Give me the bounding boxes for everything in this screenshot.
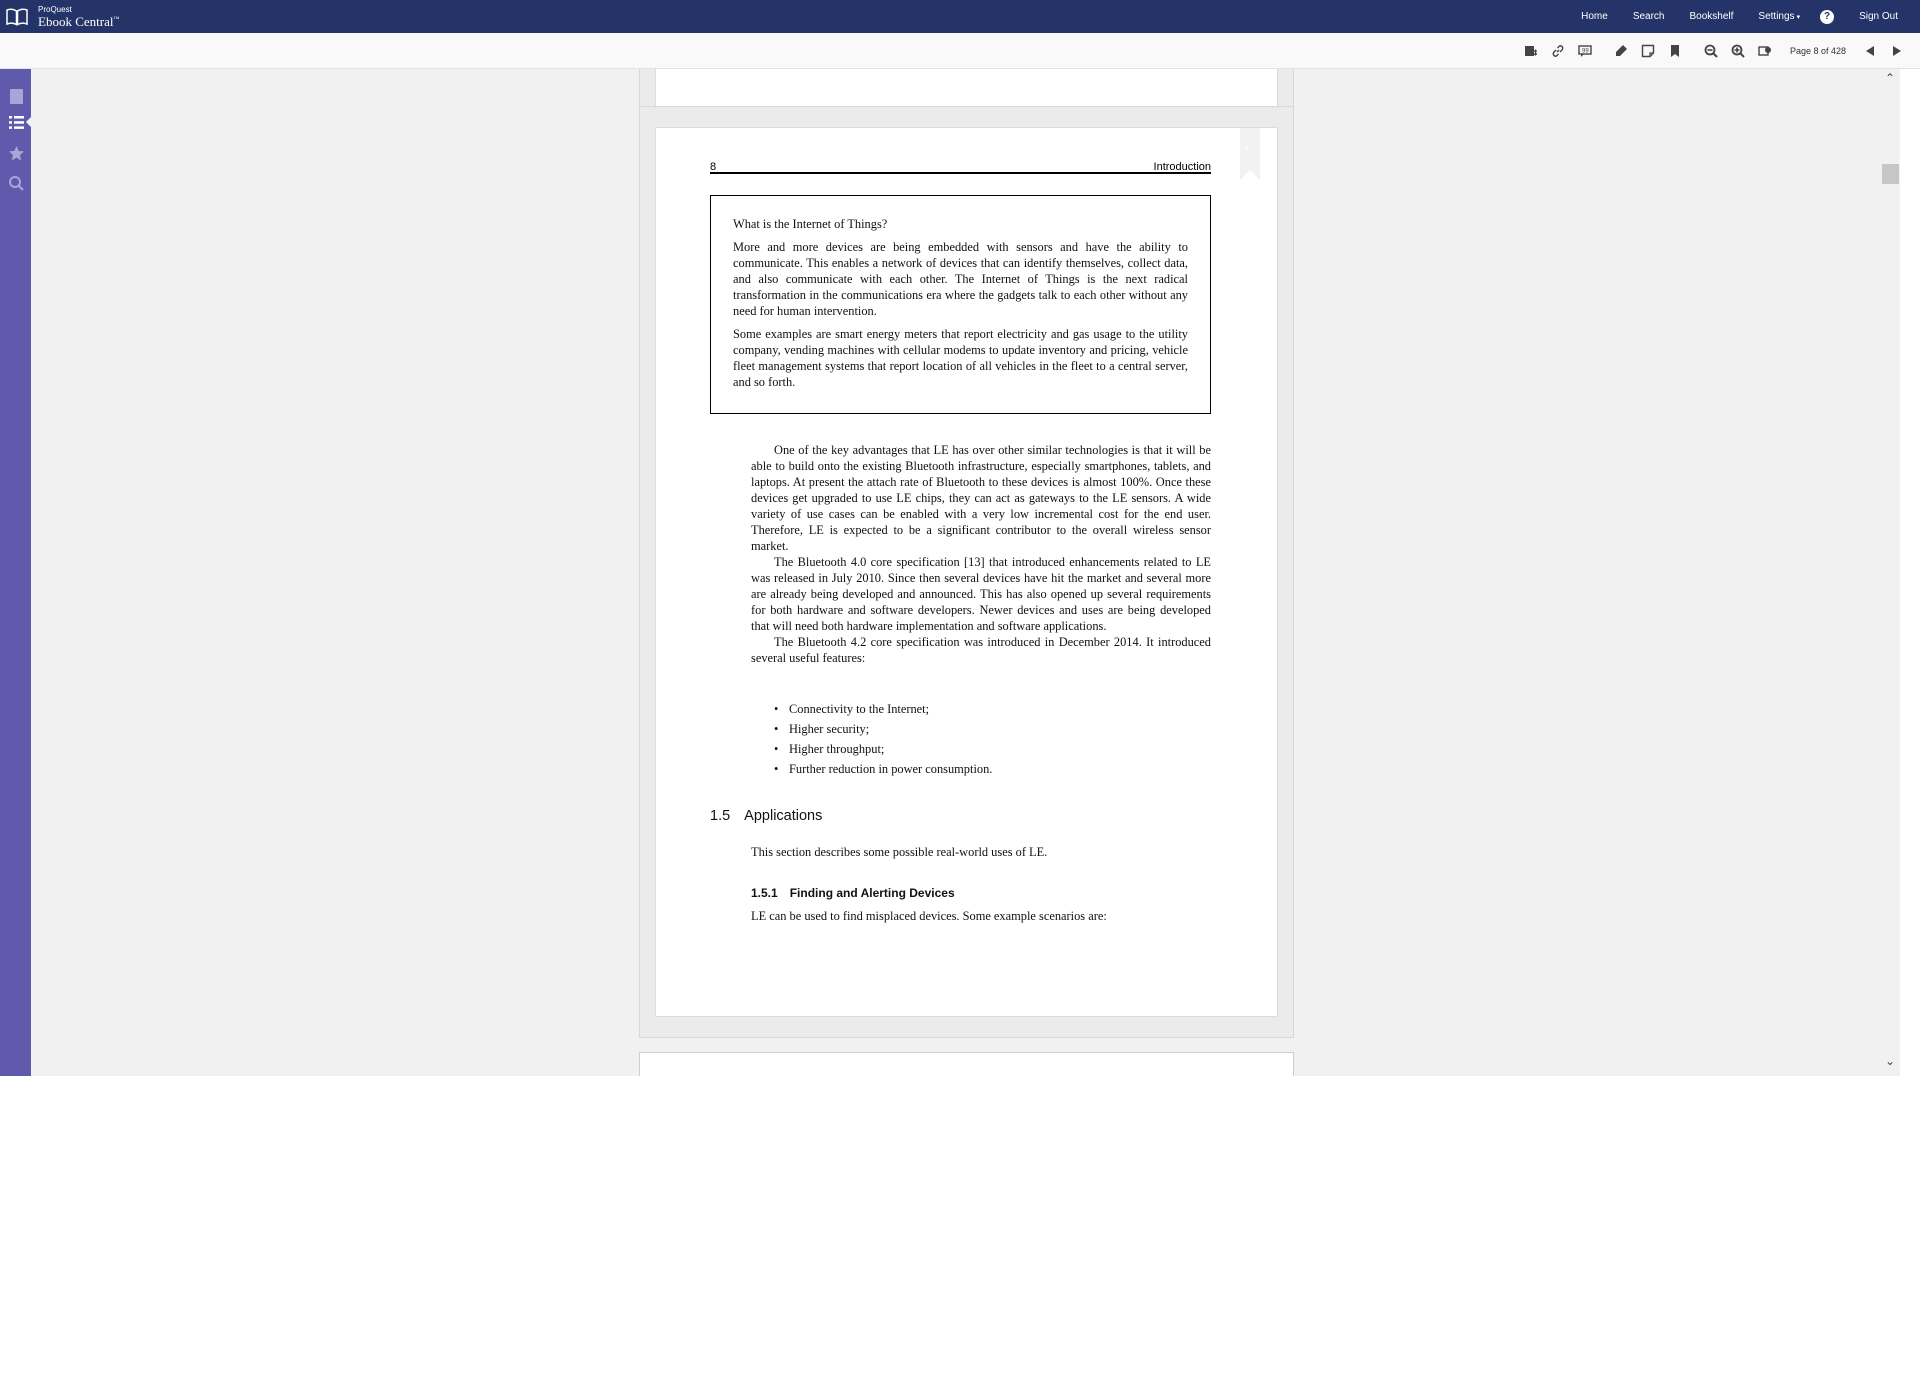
- scroll-down-icon[interactable]: ⌄: [1885, 1054, 1895, 1068]
- zoom-out-icon[interactable]: [1704, 44, 1718, 58]
- paragraph: One of the key advantages that LE has ov…: [751, 443, 1211, 553]
- box-title: What is the Internet of Things?: [733, 217, 888, 231]
- page-bookmark-ribbon[interactable]: +: [1240, 128, 1260, 180]
- section-title: Applications: [744, 808, 823, 824]
- zoom-in-icon[interactable]: [1731, 44, 1745, 58]
- section-intro: This section describes some possible rea…: [751, 845, 1048, 859]
- left-sidebar: [0, 69, 31, 1076]
- top-nav: Home Search Bookshelf Settings ▾ ? Sign O…: [1556, 0, 1898, 33]
- copy-link-icon[interactable]: [1551, 44, 1565, 58]
- feature-list: Connectivity to the Internet; Higher sec…: [774, 699, 992, 779]
- svg-text:99: 99: [1582, 49, 1589, 55]
- bookmark-icon[interactable]: [1668, 44, 1682, 58]
- subsection-title: Finding and Alerting Devices: [789, 886, 955, 900]
- box-paragraph: More and more devices are being embedded…: [733, 240, 1188, 318]
- caret-down-icon: ▾: [1796, 14, 1801, 21]
- previous-page-icon[interactable]: [1863, 44, 1877, 58]
- sidebar-box: What is the Internet of Things? More and…: [710, 195, 1211, 414]
- nav-home[interactable]: Home: [1581, 11, 1608, 22]
- list-item: Connectivity to the Internet;: [774, 699, 992, 719]
- top-bar: ProQuest Ebook Central™ Home Search Book…: [0, 0, 1920, 33]
- nav-settings[interactable]: Settings ▾: [1758, 11, 1800, 22]
- download-pages-icon[interactable]: [1524, 44, 1538, 58]
- nav-search[interactable]: Search: [1633, 11, 1665, 22]
- page-indicator[interactable]: Page 8 of 428: [1790, 46, 1846, 56]
- brand-tm: ™: [113, 16, 120, 23]
- next-page: [639, 1052, 1294, 1076]
- chapter-title: Introduction: [1153, 161, 1211, 173]
- nav-sign-out[interactable]: Sign Out: [1859, 11, 1898, 22]
- open-book-icon: [6, 8, 28, 26]
- reader-viewport[interactable]: + 8 Introduction What is the Internet of…: [31, 69, 1900, 1076]
- table-of-contents-icon[interactable]: [6, 112, 26, 132]
- next-page-icon[interactable]: [1890, 44, 1904, 58]
- scrollbar-thumb[interactable]: [1882, 164, 1899, 184]
- current-page-frame: + 8 Introduction What is the Internet of…: [639, 106, 1294, 1038]
- book-page: + 8 Introduction What is the Internet of…: [655, 127, 1278, 1017]
- search-icon[interactable]: [6, 173, 26, 193]
- nav-settings-label: Settings: [1758, 11, 1795, 22]
- list-item: Higher security;: [774, 719, 992, 739]
- scroll-up-icon[interactable]: ⌃: [1885, 71, 1895, 85]
- star-icon[interactable]: [6, 143, 26, 163]
- paragraph: The Bluetooth 4.0 core specification [13…: [751, 555, 1211, 633]
- list-item: Further reduction in power consumption.: [774, 759, 992, 779]
- note-icon[interactable]: [1641, 44, 1655, 58]
- citation-icon[interactable]: 99: [1578, 44, 1592, 58]
- reader-toolbar: 99 Page 8 of 428: [0, 33, 1920, 69]
- subsection-text: LE can be used to find misplaced devices…: [751, 909, 1107, 923]
- fit-page-icon[interactable]: [1758, 44, 1772, 58]
- vertical-scrollbar[interactable]: ⌃ ⌄: [1880, 69, 1900, 1076]
- ebook-central-logo[interactable]: ProQuest Ebook Central™: [6, 4, 119, 30]
- nav-bookshelf[interactable]: Bookshelf: [1690, 11, 1734, 22]
- paragraph: The Bluetooth 4.2 core specification was…: [751, 635, 1211, 665]
- brand-name: Ebook Central: [38, 14, 114, 29]
- page-number: 8: [710, 161, 717, 173]
- subsection-number: 1.5.1: [751, 886, 778, 900]
- section-heading: 1.5 Applications: [710, 808, 822, 824]
- body-text: One of the key advantages that LE has ov…: [751, 442, 1211, 666]
- section-number: 1.5: [710, 808, 731, 824]
- list-item: Higher throughput;: [774, 739, 992, 759]
- highlight-icon[interactable]: [1614, 44, 1628, 58]
- running-head: 8 Introduction: [710, 162, 1211, 174]
- plus-icon: +: [1244, 142, 1251, 154]
- brand-small: ProQuest: [38, 5, 72, 14]
- book-details-icon[interactable]: [6, 86, 26, 106]
- box-paragraph: Some examples are smart energy meters th…: [733, 327, 1188, 389]
- help-icon[interactable]: ?: [1820, 9, 1835, 24]
- subsection-heading: 1.5.1 Finding and Alerting Devices: [751, 886, 955, 900]
